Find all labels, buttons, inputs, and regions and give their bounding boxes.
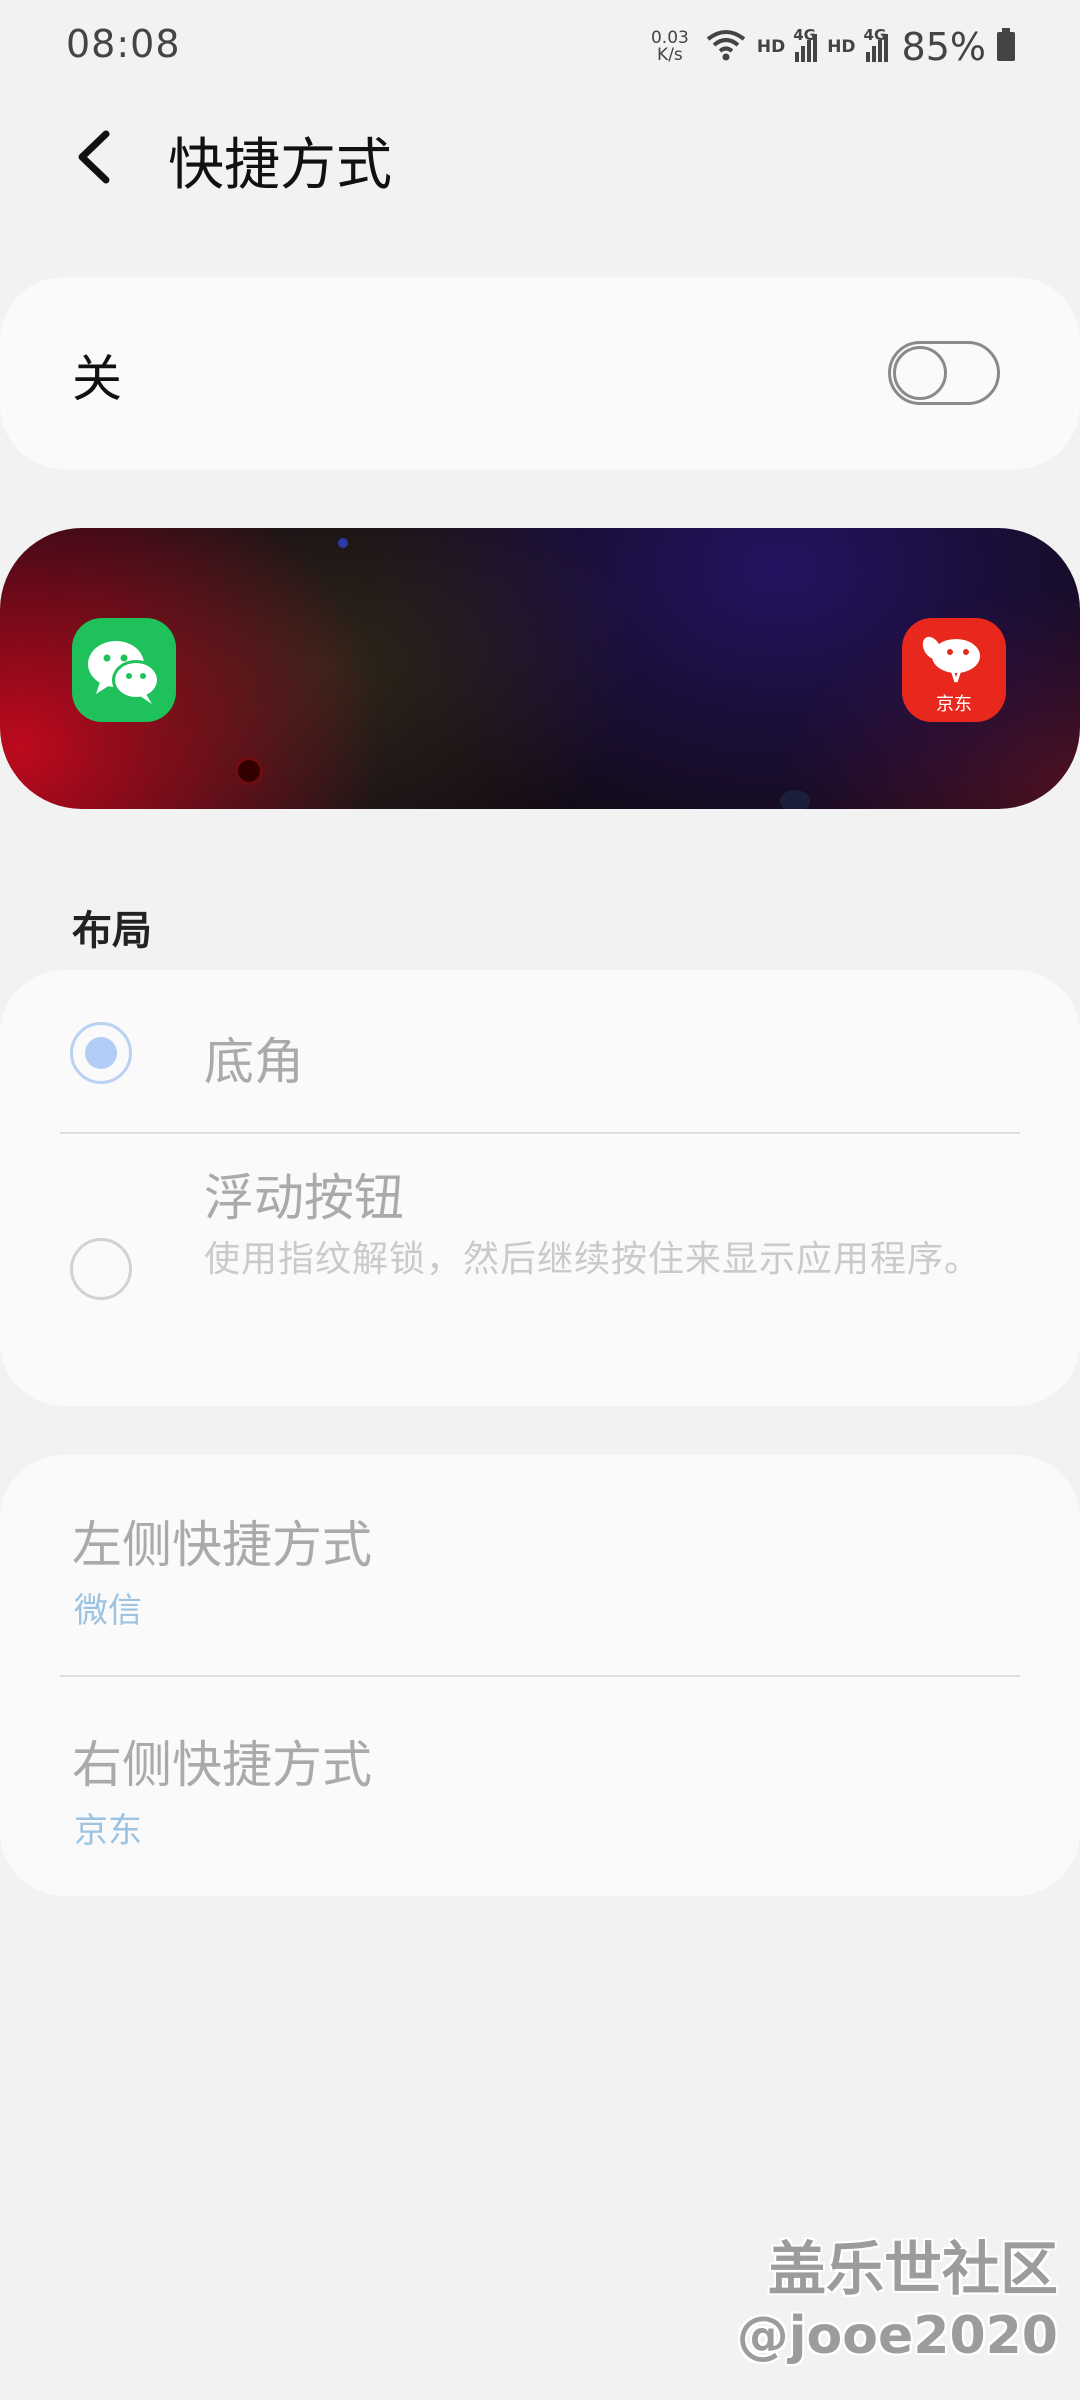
- layout-option-corner[interactable]: 底角: [0, 970, 1080, 1132]
- layout-options-card: 底角 浮动按钮 使用指纹解锁，然后继续按住来显示应用程序。: [0, 970, 1080, 1406]
- right-shortcut-title: 右侧快捷方式: [72, 1736, 372, 1794]
- left-shortcut-title: 左侧快捷方式: [72, 1516, 372, 1574]
- header: 快捷方式: [0, 110, 1080, 210]
- watermark-user: @jooe2020: [736, 2306, 1058, 2366]
- option-label: 底角: [204, 1033, 304, 1091]
- left-shortcut-value: 微信: [74, 1591, 142, 1631]
- watermark-community: 盖乐世社区: [767, 2235, 1058, 2303]
- option-label: 浮动按钮: [204, 1169, 404, 1227]
- battery-icon: [996, 28, 1016, 66]
- wallpaper-dot: [238, 760, 260, 782]
- signal-icon-2: 4G: [864, 26, 888, 62]
- wifi-icon: [705, 28, 747, 66]
- jd-icon[interactable]: 京东: [902, 618, 1006, 722]
- battery-percent: 85%: [901, 25, 986, 69]
- hd-label-1: HD: [756, 37, 786, 57]
- network-type-1: 4G: [793, 26, 816, 44]
- wallpaper-dot: [338, 538, 348, 548]
- layout-option-floating[interactable]: 浮动按钮 使用指纹解锁，然后继续按住来显示应用程序。: [0, 1134, 1080, 1406]
- net-speed-unit: K/s: [657, 45, 683, 65]
- hd-label-2: HD: [827, 37, 856, 57]
- lockscreen-preview: 京东: [0, 528, 1080, 809]
- switch-label: 关: [72, 350, 122, 408]
- option-description: 使用指纹解锁，然后继续按住来显示应用程序。: [204, 1239, 982, 1280]
- back-arrow-icon: [78, 130, 110, 184]
- status-bar: 08:08 0.03 K/s HD 4G HD 4G 85%: [0, 0, 1080, 96]
- radio-floating[interactable]: [70, 1238, 132, 1300]
- radio-corner[interactable]: [70, 1022, 132, 1084]
- left-shortcut-row[interactable]: 左侧快捷方式 微信: [0, 1455, 1080, 1675]
- layout-section-title: 布局: [72, 908, 152, 954]
- master-toggle[interactable]: [888, 341, 1000, 405]
- right-shortcut-row[interactable]: 右侧快捷方式 京东: [0, 1677, 1080, 1896]
- status-icons: 0.03 K/s HD 4G HD 4G 85%: [651, 22, 1016, 72]
- master-switch-row[interactable]: 关: [0, 277, 1080, 469]
- back-button[interactable]: [62, 122, 132, 192]
- shortcuts-card: 左侧快捷方式 微信 右侧快捷方式 京东: [0, 1455, 1080, 1896]
- net-speed: 0.03 K/s: [651, 30, 689, 64]
- jd-icon-label: 京东: [936, 694, 972, 715]
- page-title: 快捷方式: [168, 133, 392, 198]
- network-type-2: 4G: [863, 26, 887, 44]
- right-shortcut-value: 京东: [74, 1811, 142, 1851]
- signal-icon-1: 4G: [793, 26, 818, 62]
- status-time: 08:08: [66, 22, 181, 66]
- wallpaper-dot: [780, 790, 810, 809]
- wechat-icon[interactable]: [72, 618, 176, 722]
- toggle-knob: [893, 346, 947, 400]
